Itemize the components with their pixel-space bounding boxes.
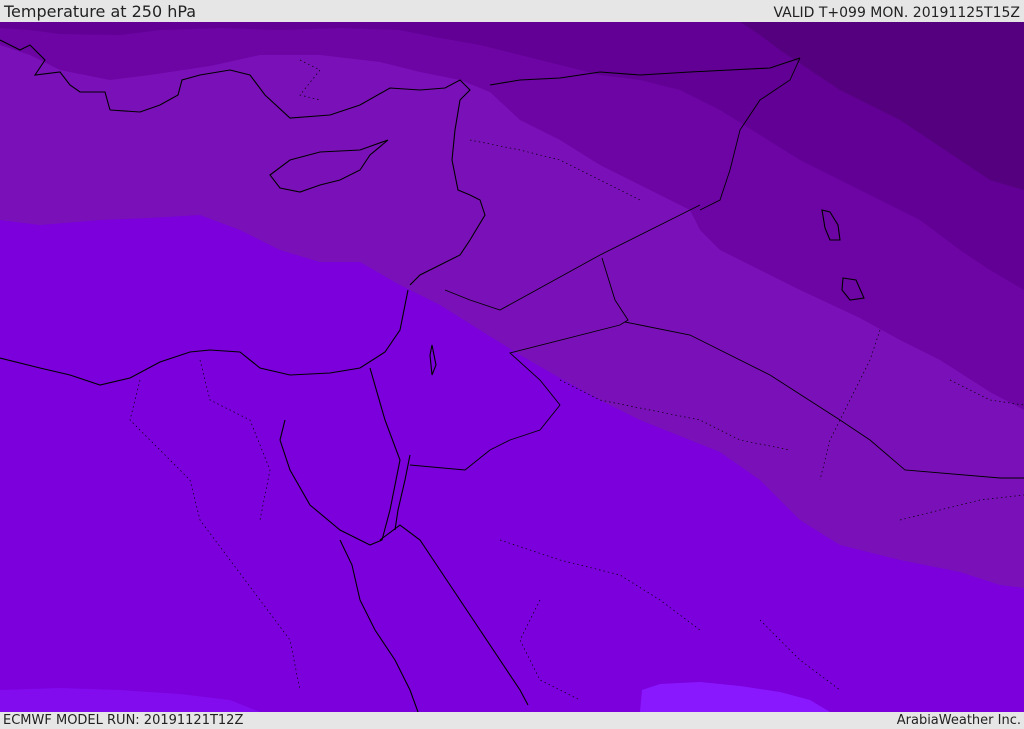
temperature-map[interactable]: [0, 22, 1024, 712]
footer-bar: ECMWF MODEL RUN: 20191121T12Z ArabiaWeat…: [0, 712, 1024, 729]
map-title: Temperature at 250 hPa: [4, 2, 197, 21]
header-bar: Temperature at 250 hPa VALID T+099 MON. …: [0, 0, 1024, 22]
valid-time-label: VALID T+099 MON. 20191125T15Z: [773, 5, 1020, 21]
credit-label: ArabiaWeather Inc.: [896, 713, 1021, 728]
model-run-label: ECMWF MODEL RUN: 20191121T12Z: [3, 713, 244, 728]
